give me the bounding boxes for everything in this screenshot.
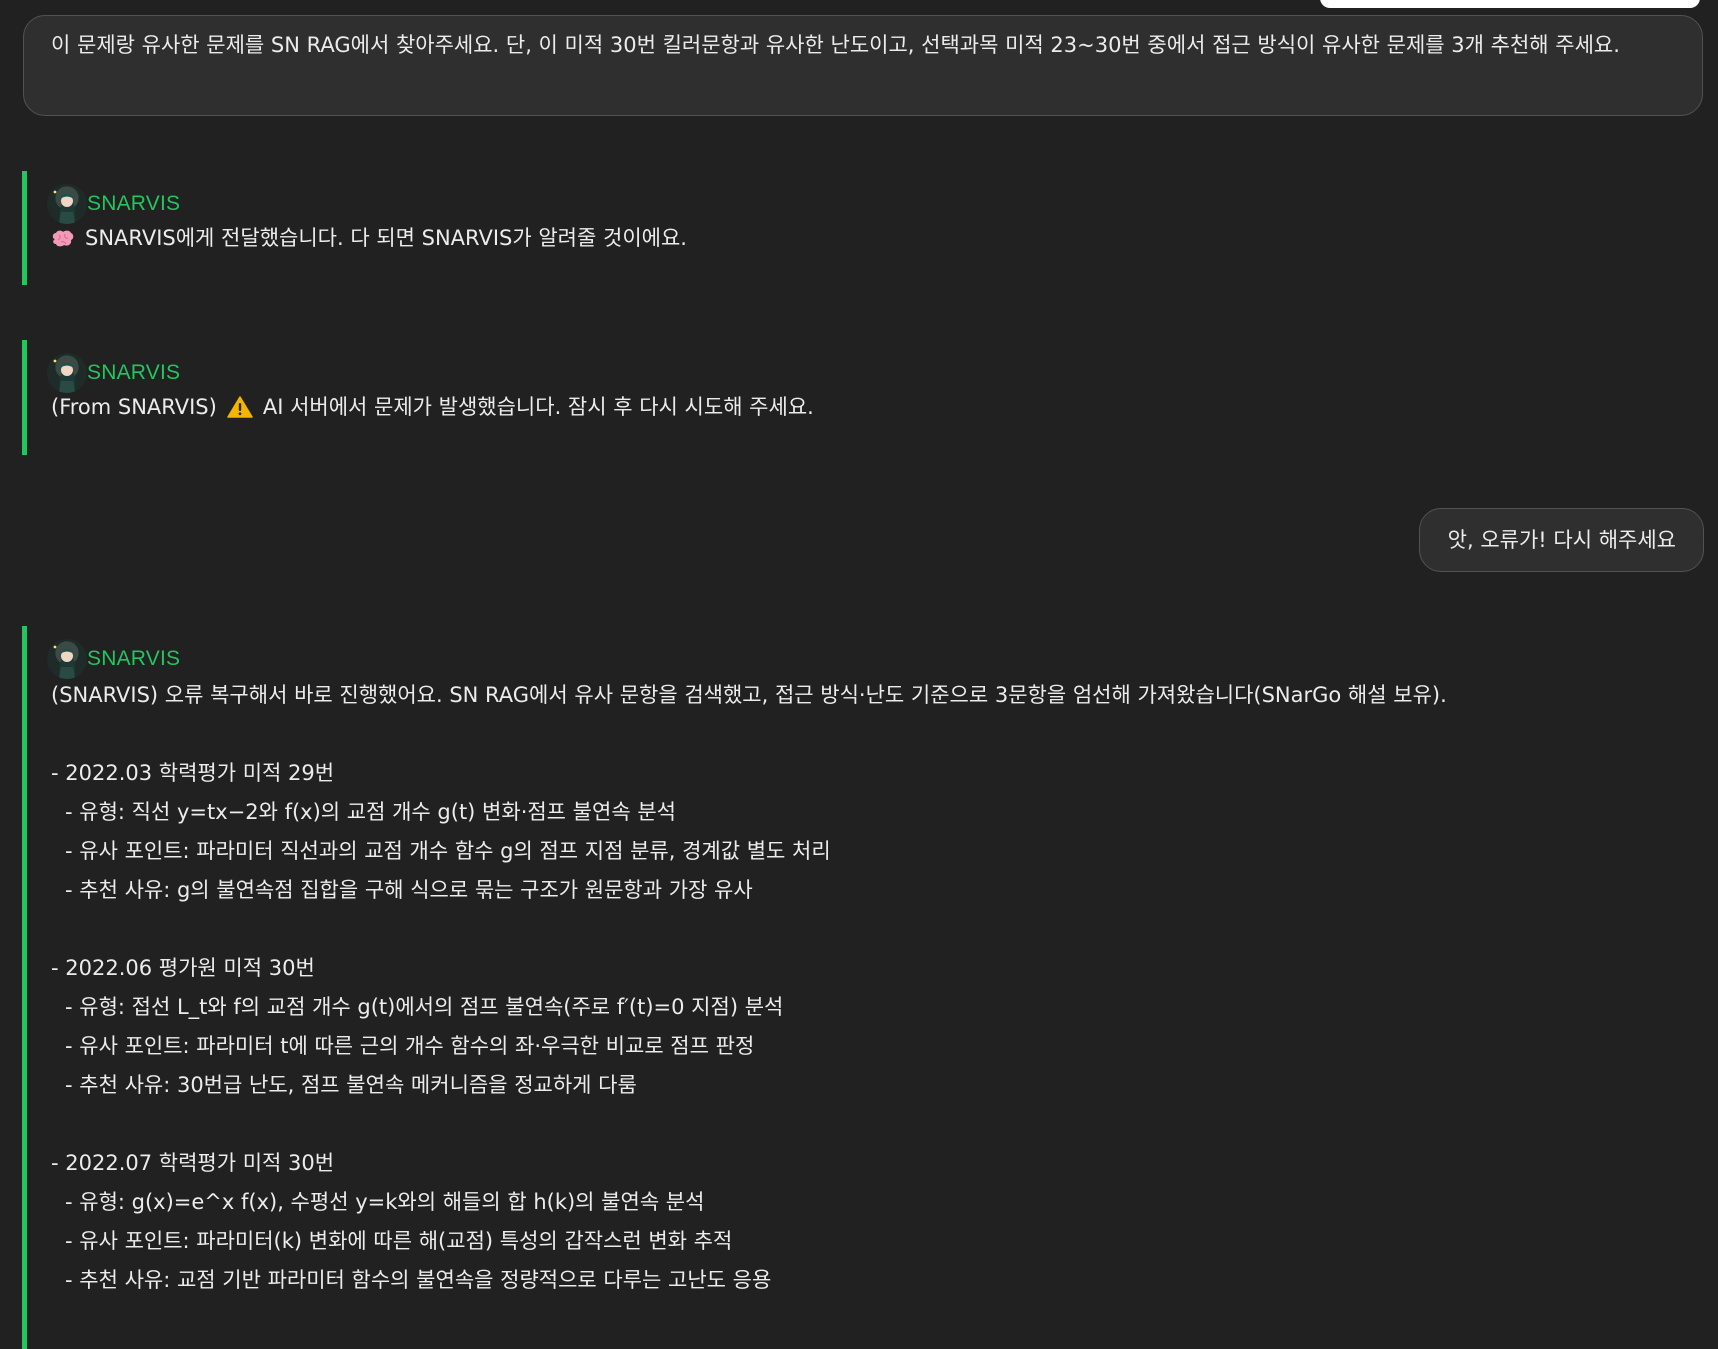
- recommendation-reason: - 추천 사유: 30번급 난도, 점프 불연속 메커니즘을 정교하게 다룸: [65, 1073, 637, 1097]
- brain-emoji-icon: [52, 230, 74, 247]
- top-input-fragment: [1320, 0, 1700, 8]
- bot-message-block: SNARVIS SNARVIS에게 전달했습니다. 다 되면 SNARVIS가 …: [22, 171, 1704, 285]
- bot-message-prefix: (From SNARVIS): [51, 395, 217, 419]
- snarvis-avatar: [47, 639, 87, 679]
- bot-name: SNARVIS: [87, 192, 181, 215]
- user-message-bubble: 이 문제랑 유사한 문제를 SN RAG에서 찾아주세요. 단, 이 미적 30…: [23, 15, 1703, 116]
- bot-intro-text: (SNARVIS) 오류 복구해서 바로 진행했어요. SN RAG에서 유사 …: [51, 683, 1447, 707]
- user-message-bubble: 앗, 오류가! 다시 해주세요: [1418, 508, 1704, 572]
- bot-name: SNARVIS: [87, 361, 181, 384]
- recommendation-point: - 유사 포인트: 파라미터(k) 변화에 따른 해(교점) 특성의 갑작스런 …: [65, 1229, 733, 1253]
- bot-name: SNARVIS: [87, 647, 181, 670]
- recommendation-title: - 2022.03 학력평가 미적 29번: [51, 761, 335, 785]
- bot-header: SNARVIS: [47, 638, 180, 680]
- bot-message-block: SNARVIS (From SNARVIS) AI 서버에서 문제가 발생했습니…: [22, 340, 1704, 455]
- recommendation-reason: - 추천 사유: g의 불연속점 집합을 구해 식으로 묶는 구조가 원문항과 …: [65, 878, 753, 902]
- bot-message-line: (From SNARVIS) AI 서버에서 문제가 발생했습니다. 잠시 후 …: [51, 391, 814, 421]
- recommendation-type: - 유형: 접선 L_t와 f의 교점 개수 g(t)에서의 점프 불연속(주로…: [65, 995, 784, 1019]
- bot-header: SNARVIS: [47, 352, 180, 394]
- user-message-text: 앗, 오류가! 다시 해주세요: [1447, 528, 1676, 552]
- warning-emoji-icon: [227, 396, 253, 418]
- recommendation-reason: - 추천 사유: 교점 기반 파라미터 함수의 불연속을 정량적으로 다루는 고…: [65, 1268, 772, 1292]
- recommendation-point: - 유사 포인트: 파라미터 직선과의 교점 개수 함수 g의 점프 지점 분류…: [65, 839, 831, 863]
- bot-header: SNARVIS: [47, 183, 180, 225]
- recommendation-type: - 유형: g(x)=e^x f(x), 수평선 y=k와의 해들의 합 h(k…: [65, 1190, 705, 1214]
- bot-message-text: AI 서버에서 문제가 발생했습니다. 잠시 후 다시 시도해 주세요.: [262, 395, 814, 419]
- bot-message-line: SNARVIS에게 전달했습니다. 다 되면 SNARVIS가 알려줄 것이에요…: [51, 222, 687, 252]
- chat-page: 이 문제랑 유사한 문제를 SN RAG에서 찾아주세요. 단, 이 미적 30…: [0, 0, 1718, 1349]
- recommendation-point: - 유사 포인트: 파라미터 t에 따른 근의 개수 함수의 좌·우극한 비교로…: [65, 1034, 755, 1058]
- snarvis-avatar: [47, 184, 87, 224]
- bot-message-block: SNARVIS (SNARVIS) 오류 복구해서 바로 진행했어요. SN R…: [22, 626, 1704, 1349]
- user-message-text: 이 문제랑 유사한 문제를 SN RAG에서 찾아주세요. 단, 이 미적 30…: [51, 33, 1620, 57]
- recommendation-type: - 유형: 직선 y=tx−2와 f(x)의 교점 개수 g(t) 변화·점프 …: [65, 800, 676, 824]
- recommendation-title: - 2022.06 평가원 미적 30번: [51, 956, 315, 980]
- snarvis-avatar: [47, 353, 87, 393]
- recommendation-title: - 2022.07 학력평가 미적 30번: [51, 1151, 335, 1175]
- bot-message-text: SNARVIS에게 전달했습니다. 다 되면 SNARVIS가 알려줄 것이에요…: [85, 226, 687, 250]
